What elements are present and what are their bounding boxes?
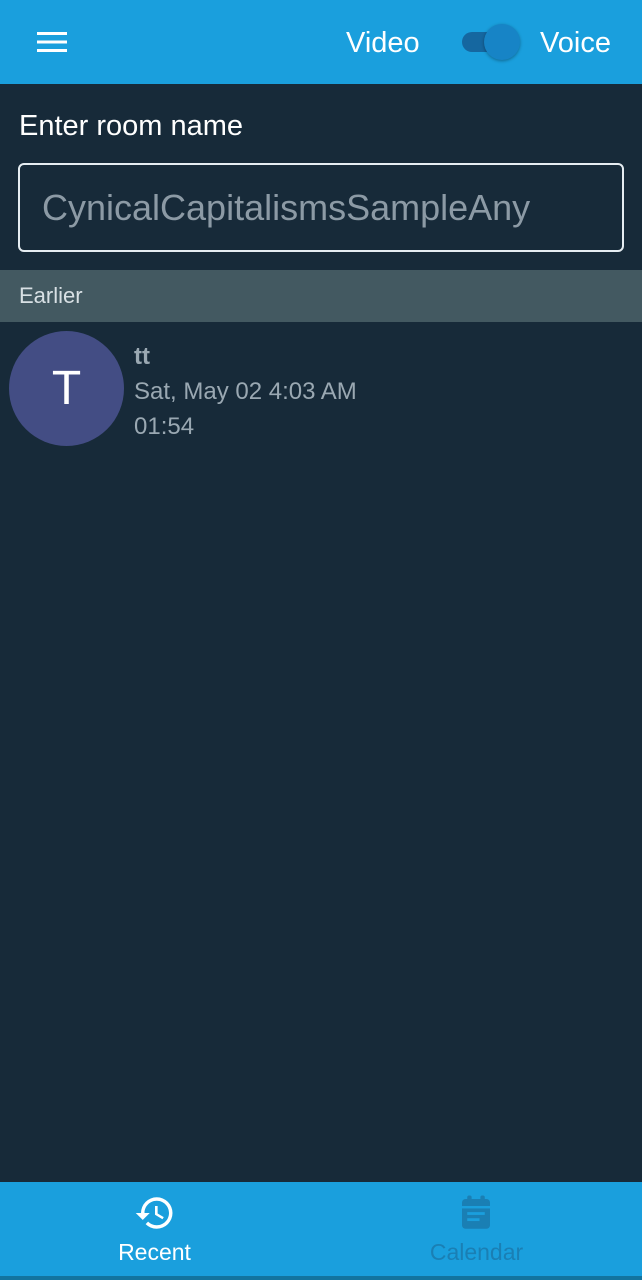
- call-duration: 01:54: [134, 413, 195, 440]
- bottom-nav-divider: [0, 1276, 642, 1280]
- history-icon: [135, 1197, 173, 1229]
- bottom-navigation: Recent Calendar: [0, 1182, 642, 1280]
- recent-call-item[interactable]: T tt Sat, May 02 4:03 AM 01:54: [0, 322, 642, 458]
- video-voice-toggle[interactable]: [456, 22, 522, 62]
- call-title: tt: [134, 343, 150, 370]
- nav-item-recent[interactable]: Recent: [0, 1182, 321, 1276]
- voice-label: Voice: [540, 27, 611, 59]
- section-header-earlier: Earlier: [0, 270, 642, 322]
- avatar: T: [9, 331, 124, 446]
- menu-button[interactable]: [24, 20, 80, 64]
- call-date: Sat, May 02 4:03 AM: [134, 378, 357, 405]
- room-name-field[interactable]: [18, 163, 624, 252]
- top-app-bar: Video Voice: [0, 0, 642, 84]
- nav-label-recent: Recent: [118, 1239, 191, 1265]
- room-name-label: Enter room name: [19, 110, 244, 142]
- toggle-thumb: [484, 24, 520, 60]
- calendar-icon: [462, 1195, 490, 1229]
- nav-label-calendar: Calendar: [429, 1239, 524, 1265]
- section-header-title: Earlier: [19, 283, 83, 308]
- video-label: Video: [346, 27, 420, 59]
- hamburger-menu-icon: [37, 32, 67, 52]
- app-root: Video Voice Enter room name Earlier T tt…: [0, 0, 642, 1280]
- nav-item-calendar[interactable]: Calendar: [321, 1182, 642, 1276]
- room-name-input[interactable]: [20, 165, 622, 250]
